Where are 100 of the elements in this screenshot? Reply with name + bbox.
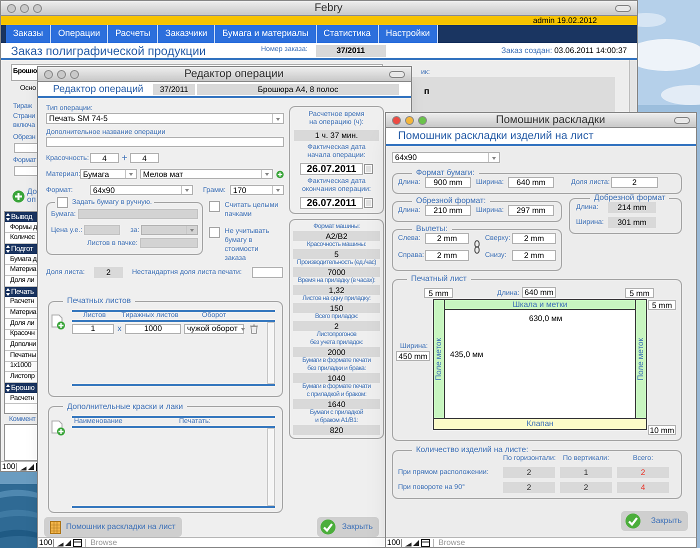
close-button[interactable]	[44, 70, 53, 78]
dropdown[interactable]: Мелов мат	[140, 169, 273, 179]
nav-tab[interactable]: Заказы	[6, 25, 52, 43]
calendar-icon[interactable]	[364, 164, 373, 174]
user-date-label: admin 19.02.2012	[532, 16, 597, 24]
calendar-icon[interactable]	[364, 198, 373, 208]
group-title: Обрезной формат:	[415, 197, 487, 205]
input-field[interactable]: 2 mm	[425, 233, 469, 244]
value-display: 5	[293, 249, 380, 259]
input-field[interactable]: 900 mm	[425, 177, 471, 188]
grid-icon	[50, 520, 61, 534]
strip-label: Поле меток	[434, 338, 444, 381]
close-button[interactable]	[392, 116, 401, 124]
value-display: 820	[293, 425, 380, 435]
add-document-icon[interactable]	[50, 420, 66, 436]
input-field[interactable]: 1000	[125, 324, 181, 334]
value-display: 2	[560, 482, 612, 493]
minimize-button[interactable]	[405, 116, 414, 124]
group-title: Формат бумаги:	[415, 169, 476, 177]
minimize-button[interactable]	[20, 4, 29, 12]
input-field[interactable]: 2 mm	[425, 250, 469, 261]
nav-tab[interactable]: Статистика	[316, 25, 379, 43]
dropdown[interactable]: 170	[230, 185, 284, 195]
group-title: Добрезной формат	[593, 194, 666, 202]
minimize-button[interactable]	[57, 70, 66, 78]
toolbar-toggle-button[interactable]	[674, 116, 690, 124]
input-field[interactable]: 2 mm	[512, 233, 556, 244]
check-circle-icon	[625, 513, 641, 529]
input-field[interactable]: 640 mm	[522, 287, 556, 298]
scrollbar[interactable]	[267, 322, 275, 384]
zoom-level[interactable]: 100	[386, 538, 402, 546]
layout-toggle-icon[interactable]	[421, 538, 430, 546]
input-field[interactable]: 1	[72, 324, 114, 334]
flap-strip: Клапан	[434, 418, 646, 429]
value-display: 1 ч. 37 мин.	[294, 130, 379, 141]
input-field[interactable]: 26.07.2011	[300, 197, 363, 209]
input-field[interactable]: 2 mm	[512, 250, 556, 261]
check-circle-icon	[320, 519, 336, 535]
checkbox[interactable]	[208, 227, 220, 238]
nav-tab[interactable]: Заказчики	[158, 25, 216, 43]
value-display: 7000	[293, 267, 380, 277]
chain-link-icon[interactable]	[474, 240, 480, 254]
toolbar-toggle-button[interactable]	[389, 70, 405, 78]
plus-circle-icon[interactable]	[12, 190, 25, 202]
value-display: 2	[94, 267, 123, 278]
group-title: Количество изделий на листе:	[415, 446, 530, 454]
scrollbar[interactable]	[267, 428, 275, 506]
input-field[interactable]	[252, 267, 283, 278]
input-field[interactable]: 5 mm	[424, 288, 453, 298]
input-field[interactable]	[46, 137, 284, 147]
value-display: 1,32	[293, 285, 380, 295]
input-field[interactable]: 640 mm	[508, 177, 554, 188]
zoom-level[interactable]: 100	[38, 538, 54, 546]
input-field[interactable]	[78, 209, 198, 219]
group-title: Печатных листов	[66, 297, 132, 305]
input-field[interactable]	[140, 238, 198, 248]
mode-label: Browse	[433, 538, 486, 546]
dimension-label: 435,0 мм	[450, 350, 484, 359]
value-display: 1640	[293, 399, 380, 409]
dialog-title: Помошник раскладки изделий на лист	[398, 128, 594, 144]
dropdown[interactable]: 64x90	[90, 185, 193, 195]
nav-tab[interactable]: Бумага и материалы	[215, 25, 316, 43]
checkbox[interactable]	[208, 201, 220, 212]
nav-tab[interactable]: Расчеты	[108, 25, 158, 43]
add-document-icon[interactable]	[50, 314, 66, 330]
input-field[interactable]: 5 mm	[648, 300, 676, 310]
dropdown[interactable]: Бумага	[80, 169, 137, 179]
zoom-button[interactable]	[418, 116, 427, 124]
input-field[interactable]: 4	[130, 153, 159, 163]
add-label[interactable]: оп	[27, 196, 37, 204]
nav-tab[interactable]: Операции	[51, 25, 108, 43]
nav-tab[interactable]: Настройки	[378, 25, 438, 43]
input-field[interactable]: 5 mm	[625, 288, 654, 298]
zoom-level[interactable]: 100	[1, 462, 18, 470]
input-field[interactable]: 4	[90, 153, 119, 163]
trash-icon[interactable]	[250, 324, 258, 334]
strip-label: Поле меток	[636, 338, 646, 381]
input-field[interactable]: 450 mm	[396, 351, 430, 361]
dropdown[interactable]: чужой оборот	[184, 324, 244, 334]
value-display: 1040	[293, 373, 380, 383]
checkbox[interactable]	[57, 197, 68, 208]
add-label[interactable]: До	[27, 188, 37, 196]
toolbar-toggle-button[interactable]	[615, 4, 631, 12]
input-field[interactable]: 10 mm	[648, 425, 676, 435]
close-button[interactable]	[7, 4, 16, 12]
input-field[interactable]: 210 mm	[425, 205, 471, 216]
value-display: A2/B2	[293, 231, 380, 241]
input-field[interactable]: 2	[611, 177, 658, 188]
plus-circle-icon[interactable]	[276, 170, 284, 178]
input-field[interactable]: 297 mm	[508, 205, 554, 216]
scale-strip: Шкала и метки	[445, 300, 635, 310]
value-display: 2000	[293, 347, 380, 357]
dropdown[interactable]: 64x90	[392, 152, 500, 163]
zoom-button[interactable]	[33, 4, 42, 12]
zoom-button[interactable]	[70, 70, 79, 78]
value-display: 4	[617, 482, 669, 493]
layout-toggle-icon[interactable]	[73, 538, 82, 546]
dropdown[interactable]: Печать SM 74-5	[46, 113, 284, 124]
input-field[interactable]: 26.07.2011	[300, 163, 363, 175]
input-field[interactable]	[84, 225, 120, 235]
